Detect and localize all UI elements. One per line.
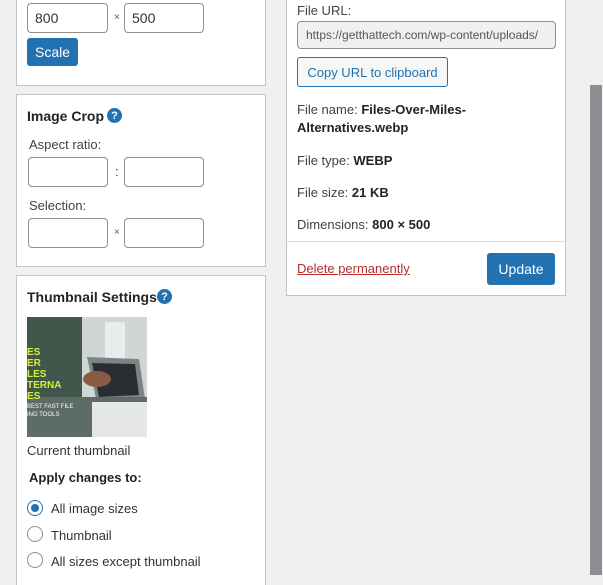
actions-divider <box>287 241 565 242</box>
thumbnail-settings-panel: Thumbnail Settings ? ES ER LES TERNA ES <box>16 275 266 585</box>
overlay-subline: ING TOOLS <box>27 412 60 418</box>
scale-width-input[interactable]: 800 <box>27 3 108 33</box>
radio-label-all-image-sizes: All image sizes <box>51 501 138 516</box>
page-scrollbar-thumb[interactable] <box>590 85 602 575</box>
help-icon[interactable]: ? <box>157 289 172 304</box>
thumbnail-overlay-title: ES ER LES TERNA ES <box>27 347 61 402</box>
scale-height-input[interactable]: 500 <box>124 3 204 33</box>
overlay-line: LES <box>27 369 47 380</box>
aspect-ratio-label: Aspect ratio: <box>29 137 102 152</box>
aspect-ratio-width-input[interactable] <box>28 157 108 187</box>
radio-label-all-except-thumbnail: All sizes except thumbnail <box>51 554 201 569</box>
dimensions-label: Dimensions: <box>297 217 369 232</box>
overlay-subline: BEST FAST FILE <box>27 404 74 410</box>
file-type-value: WEBP <box>353 153 393 168</box>
file-name-row: File name: Files-Over-Miles-Alternatives… <box>297 101 497 137</box>
image-crop-heading: Image Crop <box>27 108 105 124</box>
overlay-line: TERNA <box>27 380 62 391</box>
attachment-details-panel: File URL: https://getthattech.com/wp-con… <box>286 0 566 296</box>
scale-times-sign: × <box>114 12 120 23</box>
image-crop-panel: Image Crop ? Aspect ratio: : Selection: … <box>16 94 266 267</box>
overlay-line: ES <box>27 347 41 358</box>
file-type-row: File type: WEBP <box>297 152 392 170</box>
copy-url-button[interactable]: Copy URL to clipboard <box>297 57 448 87</box>
file-size-row: File size: 21 KB <box>297 184 389 202</box>
radio-all-except-thumbnail[interactable] <box>27 552 43 568</box>
dimensions-row: Dimensions: 800 × 500 <box>297 216 430 234</box>
aspect-ratio-height-input[interactable] <box>124 157 204 187</box>
update-button[interactable]: Update <box>487 253 555 285</box>
selection-height-input[interactable] <box>124 218 204 248</box>
page-scrollbar-track[interactable] <box>589 0 603 585</box>
radio-all-image-sizes[interactable] <box>27 500 43 516</box>
selection-width-input[interactable] <box>28 218 108 248</box>
radio-label-thumbnail: Thumbnail <box>51 528 112 543</box>
media-edit-page: 800 × 500 Scale Image Crop ? Aspect rati… <box>0 0 603 585</box>
file-name-label: File name: <box>297 102 358 117</box>
scale-image-panel: 800 × 500 Scale <box>16 0 266 86</box>
dimensions-value: 800 × 500 <box>372 217 431 232</box>
aspect-ratio-separator: : <box>115 164 119 179</box>
help-icon[interactable]: ? <box>107 108 122 123</box>
overlay-line: ES <box>27 391 41 402</box>
current-thumbnail-image: ES ER LES TERNA ES BEST FAST FILE ING TO… <box>27 317 147 437</box>
delete-permanently-link[interactable]: Delete permanently <box>297 261 410 276</box>
overlay-line: ER <box>27 358 41 369</box>
current-thumbnail-caption: Current thumbnail <box>27 443 131 458</box>
apply-changes-label: Apply changes to: <box>29 470 142 485</box>
file-url-label: File URL: <box>297 3 352 18</box>
file-type-label: File type: <box>297 153 350 168</box>
selection-label: Selection: <box>29 198 87 213</box>
file-size-label: File size: <box>297 185 349 200</box>
selection-times-sign: × <box>114 227 120 238</box>
radio-thumbnail[interactable] <box>27 526 43 542</box>
scale-button[interactable]: Scale <box>27 38 78 66</box>
thumbnail-overlay-subtitle: BEST FAST FILE ING TOOLS <box>27 403 73 419</box>
file-url-field[interactable]: https://getthattech.com/wp-content/uploa… <box>297 21 556 49</box>
thumbnail-settings-heading: Thumbnail Settings <box>27 289 157 305</box>
file-size-value: 21 KB <box>351 185 389 200</box>
